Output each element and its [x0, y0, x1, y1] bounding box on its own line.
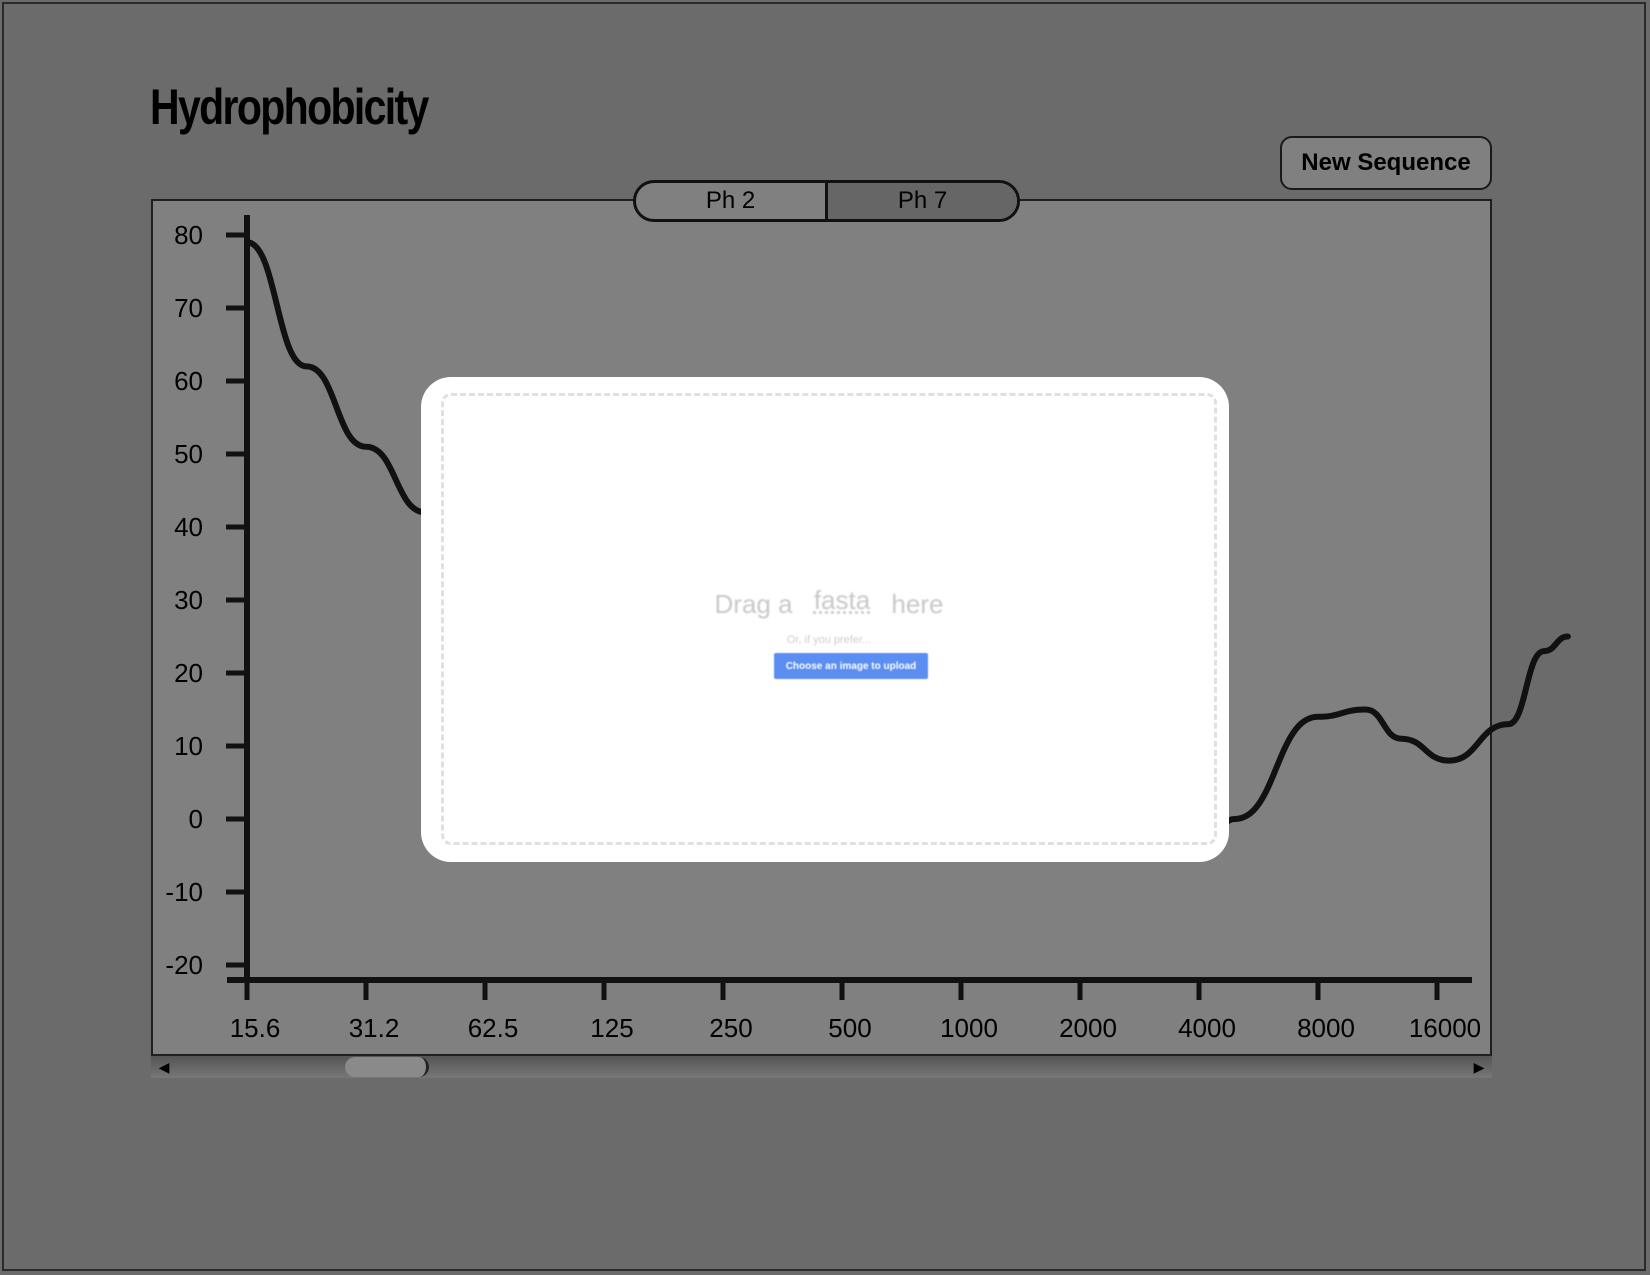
fasta-dropzone[interactable]: Drag a fasta here Or, if you prefer... C…	[441, 393, 1217, 845]
x-tick-label: 250	[709, 1013, 752, 1043]
drop-instruction: Drag a fasta here	[444, 585, 1214, 620]
upload-modal: Drag a fasta here Or, if you prefer... C…	[421, 377, 1229, 862]
x-tick-label: 2000	[1059, 1013, 1117, 1043]
choose-image-button[interactable]: Choose an image to upload	[774, 653, 928, 679]
y-tick-label: -20	[165, 950, 203, 980]
x-tick-label: 500	[828, 1013, 871, 1043]
y-tick-label: 70	[174, 293, 203, 323]
y-tick-label: 40	[174, 512, 203, 542]
y-tick-label: 10	[174, 731, 203, 761]
alt-upload-text: Or, if you prefer...	[786, 634, 872, 646]
y-tick-label: 20	[174, 658, 203, 688]
x-tick-label: 15.6	[230, 1013, 281, 1043]
tab-ph-7[interactable]: Ph 7	[825, 183, 1017, 219]
y-tick-label: 0	[189, 804, 203, 834]
x-tick-label: 62.5	[468, 1013, 519, 1043]
drag-prefix: Drag a	[714, 589, 793, 619]
scroll-left-arrow-icon[interactable]: ◀	[153, 1056, 175, 1078]
ph-tab-group: Ph 2 Ph 7	[633, 180, 1020, 222]
y-tick-label: 80	[174, 220, 203, 250]
y-tick-label: -10	[165, 877, 203, 907]
horizontal-scrollbar[interactable]: ◀ ▶	[151, 1056, 1492, 1078]
x-tick-label: 1000	[940, 1013, 998, 1043]
x-tick-label: 125	[590, 1013, 633, 1043]
y-tick-label: 60	[174, 366, 203, 396]
y-tick-label: 50	[174, 439, 203, 469]
x-tick-label: 4000	[1178, 1013, 1236, 1043]
drag-word: fasta	[813, 585, 871, 615]
scroll-right-arrow-icon[interactable]: ▶	[1468, 1056, 1490, 1078]
x-tick-label: 31.2	[349, 1013, 400, 1043]
tab-ph-2[interactable]: Ph 2	[636, 183, 825, 219]
scroll-thumb[interactable]	[345, 1057, 429, 1077]
x-tick-label: 8000	[1297, 1013, 1355, 1043]
y-tick-label: 30	[174, 585, 203, 615]
x-tick-label: 16000	[1409, 1013, 1481, 1043]
drag-suffix: here	[891, 589, 944, 619]
